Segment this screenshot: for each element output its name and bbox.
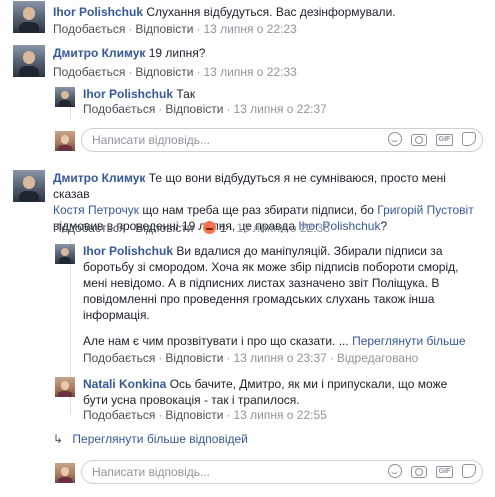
sticker-icon[interactable] [462, 464, 476, 478]
gif-icon[interactable]: GIF [436, 134, 453, 146]
comment-actions: Подобається · Відповісти · 13 липня о 22:23 [53, 22, 297, 36]
emoji-icon[interactable] [388, 132, 402, 146]
comment-body: Ihor Polishchuk Слухання відбудуться. Ва… [53, 4, 483, 20]
mention-link[interactable]: Григорій Пустовіт [377, 203, 473, 217]
reply-button[interactable]: Відповісти [135, 221, 193, 235]
more-replies-link[interactable]: ↳ Переглянути більше відповідей [53, 431, 248, 447]
see-more-link[interactable]: Переглянути більше [352, 334, 466, 348]
comment-actions: Подобається · Відповісти · 13 липня о 22:33 [53, 65, 297, 79]
avatar [55, 131, 75, 151]
edited-label[interactable]: Відредаговано [337, 351, 418, 365]
reply-actions: Подобається · Відповісти · 13 липня о 22:37 [83, 102, 327, 116]
reply-author[interactable]: Ihor Polishchuk [83, 87, 173, 101]
reply-timestamp[interactable]: 13 липня о 22:55 [233, 408, 326, 422]
comment-text: Слухання відбудуться. Вас дезінформували… [146, 5, 396, 19]
avatar [55, 463, 75, 483]
comment-timestamp[interactable]: 13 липня о 22:38 [236, 221, 329, 235]
more-replies-label[interactable]: Переглянути більше відповідей [72, 432, 247, 446]
gif-icon[interactable]: GIF [436, 466, 453, 478]
reply-placeholder: Написати відповідь... [92, 133, 210, 147]
reply-author[interactable]: Natali Konkina [83, 377, 166, 391]
mention-link[interactable]: Костя Петрочук [53, 203, 139, 217]
reply-actions: Подобається · Відповісти · 13 липня о 23:37 ·… [83, 351, 419, 365]
avatar[interactable] [55, 87, 75, 107]
comment-text: 19 липня? [148, 46, 206, 60]
reply-placeholder: Написати відповідь... [92, 465, 210, 479]
reply-timestamp[interactable]: 13 липня о 22:37 [233, 102, 326, 116]
sticker-icon[interactable] [462, 132, 476, 146]
emoji-icon[interactable] [388, 464, 402, 478]
avatar[interactable] [13, 170, 45, 202]
reply-button[interactable]: Відповісти [165, 351, 223, 365]
reply-body: Natali Konkina Ось бачите, Дмитро, як ми… [83, 376, 487, 408]
reaction-count[interactable]: 1 [220, 221, 227, 235]
avatar[interactable] [55, 377, 75, 397]
reply-input[interactable]: Написати відповідь... GIF [81, 128, 483, 152]
camera-icon[interactable] [411, 134, 427, 146]
reply-text: мені невідомо. А в підписних листах зазн… [83, 276, 440, 290]
comment-text: що нам треба ще раз збирати підписи, бо [142, 203, 374, 217]
reply-actions: Подобається · Відповісти · 13 липня о 22:55 [83, 408, 327, 422]
avatar[interactable] [55, 244, 75, 264]
comment-actions: Подобається · Відповісти · 1 · 13 липня о 22:… [53, 221, 330, 235]
reply-text: Ось бачите, Дмитро, як ми і припускали, … [169, 377, 448, 391]
reply-author[interactable]: Ihor Polishchuk [83, 244, 173, 258]
reply-input-icons: GIF [388, 464, 476, 478]
camera-icon[interactable] [411, 466, 427, 478]
comment-body: Дмитро Климук 19 липня? [53, 45, 483, 61]
reply-body: Ihor Polishchuk Ви вдалися до маніпуляці… [83, 243, 487, 323]
reply-text: боротьбу зі смородом. Хоча як може збір … [83, 260, 459, 274]
reply-text: Ви вдалися до маніпуляцій. Збирали підпи… [176, 244, 443, 258]
reply-button[interactable]: Відповісти [135, 65, 193, 79]
reply-text: Так [176, 87, 196, 101]
reply-text: бути усна провокація - так і трапилося. [83, 393, 300, 407]
reply-body-tail: Але нам є чим прозвітувати і про що сказ… [83, 333, 487, 349]
like-button[interactable]: Подобається [83, 408, 155, 422]
reply-text: повідомленні про проведення громадських … [83, 292, 435, 306]
comment-text: ? [380, 219, 388, 233]
reply-button[interactable]: Відповісти [135, 22, 193, 36]
reply-input[interactable]: Написати відповідь... GIF [81, 460, 483, 484]
angry-reaction-icon[interactable] [203, 221, 217, 234]
comment-author[interactable]: Дмитро Климук [53, 171, 145, 185]
like-button[interactable]: Подобається [53, 65, 125, 79]
reply-body: Ihor Polishchuk Так [83, 86, 483, 102]
reply-timestamp[interactable]: 13 липня о 23:37 [233, 351, 326, 365]
avatar[interactable] [13, 1, 45, 33]
comment-timestamp[interactable]: 13 липня о 22:23 [203, 22, 296, 36]
reply-text: інформація. [83, 308, 150, 322]
comment-author[interactable]: Ihor Polishchuk [53, 5, 143, 19]
like-button[interactable]: Подобається [53, 221, 125, 235]
like-button[interactable]: Подобається [53, 22, 125, 36]
comment-timestamp[interactable]: 13 липня о 22:33 [203, 65, 296, 79]
reply-input-icons: GIF [388, 132, 476, 146]
reply-text: Але нам є чим прозвітувати і про що сказ… [83, 334, 349, 348]
reply-button[interactable]: Відповісти [165, 102, 223, 116]
avatar[interactable] [13, 45, 45, 77]
like-button[interactable]: Подобається [83, 102, 155, 116]
reply-button[interactable]: Відповісти [165, 408, 223, 422]
reply-arrow-icon: ↳ [53, 432, 64, 446]
comment-author[interactable]: Дмитро Климук [53, 46, 145, 60]
like-button[interactable]: Подобається [83, 351, 155, 365]
